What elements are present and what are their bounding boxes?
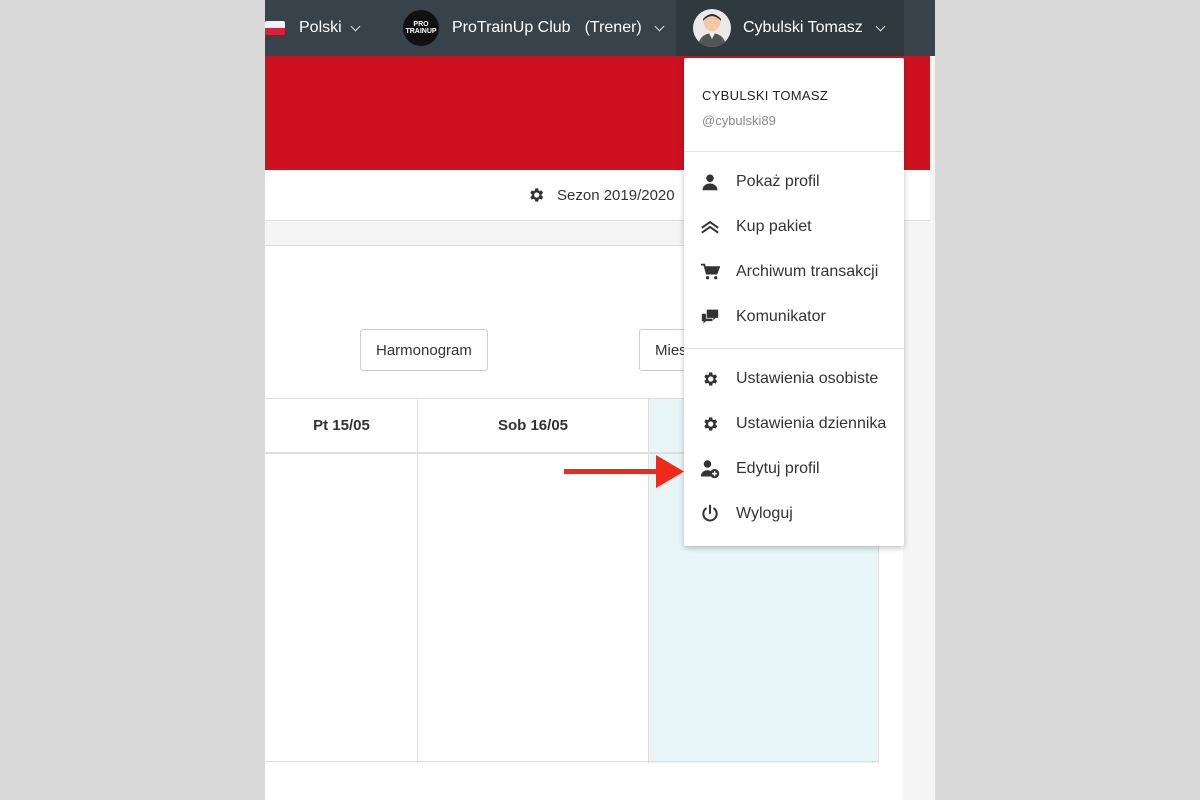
menu-item-logout[interactable]: Wyloguj: [684, 491, 904, 536]
calendar-day-cell[interactable]: [265, 454, 418, 762]
chevron-down-icon: [875, 21, 886, 31]
language-selector[interactable]: Polski: [265, 0, 361, 56]
menu-user-handle: @cybulski89: [702, 113, 776, 128]
menu-item-label: Wyloguj: [736, 504, 793, 522]
menu-item-label: Pokaż profil: [736, 172, 820, 190]
menu-item-label: Kup pakiet: [736, 217, 812, 235]
annotation-arrow-icon: [564, 455, 684, 488]
calendar-day-cell[interactable]: [418, 454, 648, 762]
chevron-down-icon: [350, 21, 361, 31]
grid-divider: [417, 399, 418, 763]
season-selector[interactable]: Sezon 2019/2020: [527, 170, 675, 220]
menu-item-label: Ustawienia dziennika: [736, 414, 887, 432]
menu-item-label: Archiwum transakcji: [736, 262, 879, 280]
menu-item-buy-package[interactable]: Kup pakiet: [684, 204, 904, 249]
menu-user-name: CYBULSKI TOMASZ: [702, 88, 829, 103]
gear-icon: [704, 371, 718, 386]
poland-flag-icon: [265, 21, 285, 35]
club-name: ProTrainUp Club: [452, 19, 571, 36]
chevrons-up-icon: [701, 220, 719, 234]
calendar-day-header: Pt 15/05: [265, 399, 418, 454]
menu-item-label: Komunikator: [736, 307, 826, 325]
gear-icon: [704, 416, 718, 431]
user-edit-icon: [700, 459, 720, 478]
chevron-down-icon: [654, 21, 665, 31]
season-label: Sezon 2019/2020: [557, 186, 675, 204]
menu-item-messenger[interactable]: Komunikator: [684, 294, 904, 339]
calendar-day-header: Sob 16/05: [418, 399, 648, 454]
language-label: Polski: [299, 19, 342, 36]
grid-divider: [648, 399, 649, 763]
menu-divider: [684, 348, 904, 349]
menu-item-personal-settings[interactable]: Ustawienia osobiste: [684, 356, 904, 401]
power-icon: [702, 504, 718, 521]
club-role: (Trener): [584, 19, 642, 36]
user-name: Cybulski Tomasz: [743, 19, 863, 36]
menu-item-edit-profile[interactable]: Edytuj profil: [684, 446, 904, 491]
menu-item-label: Edytuj profil: [736, 459, 820, 477]
user-menu-toggle[interactable]: Cybulski Tomasz: [676, 0, 904, 56]
harmonogram-button[interactable]: Harmonogram: [360, 329, 488, 371]
menu-item-label: Ustawienia osobiste: [736, 369, 879, 387]
club-logo: PRO TRAINUP: [403, 10, 439, 46]
menu-item-transaction-archive[interactable]: Archiwum transakcji: [684, 249, 904, 294]
cart-icon: [701, 263, 720, 279]
menu-item-diary-settings[interactable]: Ustawienia dziennika: [684, 401, 904, 446]
gear-icon: [530, 188, 544, 202]
top-navigation-bar: Polski PRO TRAINUP ProTrainUp Club (Tren…: [265, 0, 935, 56]
person-icon: [702, 174, 718, 190]
club-selector[interactable]: PRO TRAINUP ProTrainUp Club (Trener): [403, 0, 665, 56]
user-dropdown-menu: CYBULSKI TOMASZ @cybulski89 Pokaż profil…: [684, 58, 904, 546]
user-avatar: [693, 9, 731, 47]
menu-divider: [684, 151, 904, 152]
menu-item-show-profile[interactable]: Pokaż profil: [684, 159, 904, 204]
chat-icon: [701, 309, 719, 324]
